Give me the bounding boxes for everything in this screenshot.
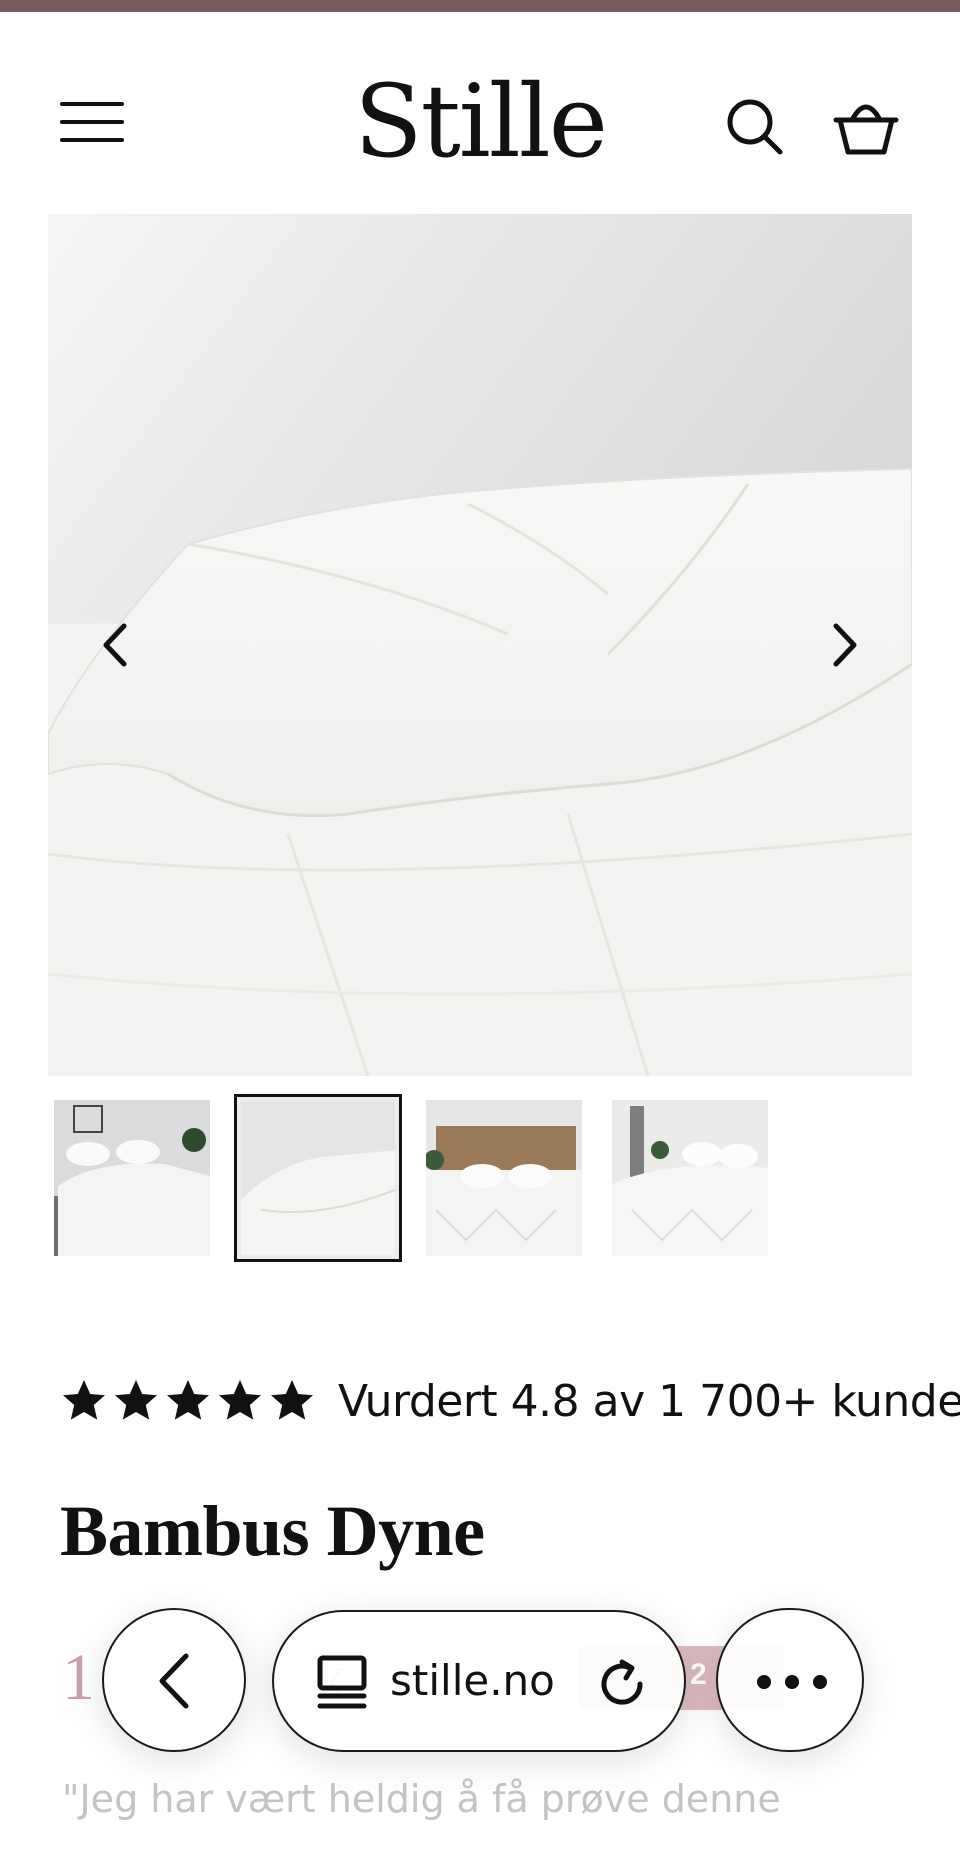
product-image-main[interactable] — [48, 214, 912, 1076]
browser-back-button[interactable] — [102, 1608, 246, 1752]
address-bar[interactable]: stille.no — [272, 1610, 686, 1752]
search-icon[interactable] — [724, 90, 788, 162]
product-title: Bambus Dyne — [60, 1491, 485, 1571]
thumbnail-4[interactable] — [612, 1100, 768, 1256]
more-options-button[interactable] — [716, 1608, 864, 1752]
more-options-icon — [754, 1670, 830, 1694]
reload-icon[interactable] — [592, 1654, 652, 1714]
url-text: stille.no — [390, 1656, 555, 1705]
top-status-strip — [0, 0, 960, 12]
chevron-right-icon[interactable] — [822, 612, 866, 678]
shopping-basket-icon[interactable] — [830, 90, 902, 162]
tabs-icon[interactable] — [312, 1650, 372, 1714]
rating-stars — [60, 1377, 316, 1425]
thumbnail-3[interactable] — [426, 1100, 582, 1256]
rating-text: Vurdert 4.8 av 1 700+ kunder — [338, 1375, 960, 1427]
star-icon — [115, 1380, 157, 1420]
star-icon — [271, 1380, 313, 1420]
browser-toolbar: stille.no — [0, 1572, 960, 1792]
chevron-left-icon — [150, 1648, 200, 1714]
rating-row: Vurdert 4.8 av 1 700+ kunder — [60, 1366, 960, 1436]
thumbnail-2-selected[interactable] — [234, 1094, 402, 1262]
store-logo[interactable]: Stille — [340, 52, 620, 192]
chevron-left-icon[interactable] — [94, 612, 138, 678]
thumbnail-strip — [0, 1094, 960, 1268]
star-icon — [219, 1380, 261, 1420]
site-header: Stille — [0, 12, 960, 212]
hamburger-menu-icon[interactable] — [56, 92, 128, 152]
thumbnail-1[interactable] — [54, 1100, 210, 1256]
star-icon — [167, 1380, 209, 1420]
star-icon — [63, 1380, 105, 1420]
